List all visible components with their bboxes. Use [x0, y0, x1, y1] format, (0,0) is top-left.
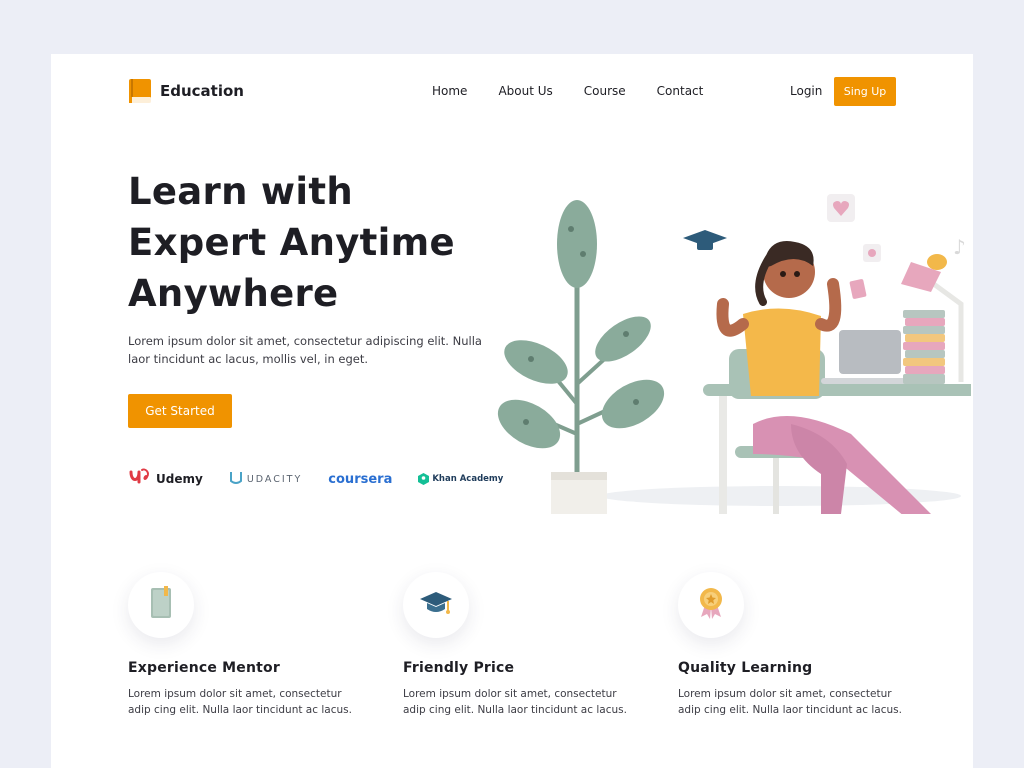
login-link[interactable]: Login [790, 84, 822, 98]
hero-title: Learn with Expert Anytime Anywhere [128, 166, 498, 319]
award-medal-icon [697, 587, 725, 623]
feature-friendly-price: Friendly Price Lorem ipsum dolor sit ame… [403, 572, 633, 718]
book-icon [148, 586, 174, 624]
feature-badge [678, 572, 744, 638]
get-started-button[interactable]: Get Started [128, 394, 232, 428]
feature-title: Friendly Price [403, 660, 515, 676]
feature-description: Lorem ipsum dolor sit amet, consectetur … [678, 688, 902, 716]
feature-badge [128, 572, 194, 638]
nav-course[interactable]: Course [584, 84, 626, 98]
khan-academy-logo-icon [418, 470, 430, 489]
hero-title-line: Expert Anytime [128, 221, 455, 264]
feature-experience-mentor: Experience Mentor Lorem ipsum dolor sit … [128, 572, 358, 718]
feature-description: Lorem ipsum dolor sit amet, consectetur … [128, 688, 352, 716]
nav-about-us[interactable]: About Us [498, 84, 552, 98]
graduation-cap-icon [418, 589, 454, 621]
feature-description: Lorem ipsum dolor sit amet, consectetur … [403, 688, 627, 716]
feature-badge [403, 572, 469, 638]
partner-name: Udemy [156, 472, 203, 486]
nav-home[interactable]: Home [432, 84, 467, 98]
hero-title-line: Anywhere [128, 272, 339, 315]
book-logo-icon [128, 78, 152, 104]
hero-title-line: Learn with [128, 170, 353, 213]
brand-logo[interactable]: Education [128, 78, 244, 104]
feature-quality-learning: Quality Learning Lorem ipsum dolor sit a… [678, 572, 908, 718]
svg-text:♪: ♪ [953, 235, 966, 259]
student-desk-illustration: ♪ [491, 134, 1007, 546]
partner-udemy[interactable]: Udemy [128, 468, 203, 490]
main-nav: Home About Us Course Contact [432, 84, 734, 98]
partner-coursera[interactable]: coursera [328, 472, 392, 487]
landing-page-card: Education Home About Us Course Contact L… [51, 54, 1007, 768]
coursera-logo-text: coursera [328, 471, 393, 487]
partner-name: UDACITY [246, 473, 303, 485]
signup-button[interactable]: Sing Up [834, 77, 896, 106]
partner-logos: Udemy UDACITY coursera Khan Academy [128, 468, 529, 490]
udacity-logo-icon [229, 470, 243, 489]
nav-contact[interactable]: Contact [657, 84, 704, 98]
feature-title: Quality Learning [678, 660, 813, 676]
feature-title: Experience Mentor [128, 660, 280, 676]
brand-name: Education [160, 82, 244, 100]
hero-description: Lorem ipsum dolor sit amet, consectetur … [128, 334, 482, 366]
udemy-logo-icon [128, 468, 152, 490]
partner-udacity[interactable]: UDACITY [229, 470, 302, 489]
